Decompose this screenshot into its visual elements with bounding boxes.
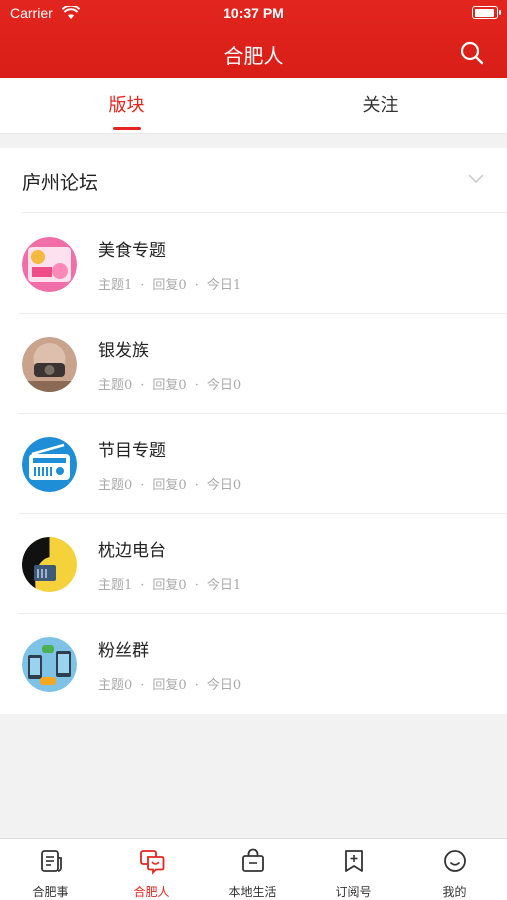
topic-count: 主题1 xyxy=(98,278,133,293)
board-avatar-fans xyxy=(22,637,77,692)
bottom-nav: 合肥事 合肥人 本地生活 订阅号 我的 xyxy=(0,838,507,900)
divider xyxy=(22,212,507,213)
page-title: 合肥人 xyxy=(223,44,284,68)
board-avatar-radio xyxy=(22,537,77,592)
separator-dot: · xyxy=(140,578,145,593)
today-count: 今日1 xyxy=(206,278,242,293)
bag-icon xyxy=(242,848,264,872)
forum-board-radio[interactable]: 枕边电台 主题1 · 回复0 · 今日1 xyxy=(0,514,507,614)
chevron-down-icon[interactable] xyxy=(467,172,485,184)
nav-label: 合肥事 xyxy=(32,885,69,899)
separator-dot: · xyxy=(140,378,145,393)
board-stats: 主题0 · 回复0 · 今日0 xyxy=(98,474,241,493)
separator-dot: · xyxy=(194,378,199,393)
status-bar: Carrier 10:37 PM xyxy=(0,0,507,28)
search-icon[interactable] xyxy=(459,40,485,66)
board-name: 节目专题 xyxy=(98,441,166,461)
separator-dot: · xyxy=(194,678,199,693)
topic-count: 主题1 xyxy=(98,578,133,593)
forum-board-food[interactable]: 美食专题 主题1 · 回复0 · 今日1 xyxy=(0,214,507,314)
board-avatar-silver xyxy=(22,337,77,392)
topic-count: 主题0 xyxy=(98,678,133,693)
nav-label: 订阅号 xyxy=(335,885,372,899)
separator-dot: · xyxy=(194,478,199,493)
news-icon xyxy=(41,850,62,872)
reply-count: 回复0 xyxy=(152,578,187,593)
nav-label: 本地生活 xyxy=(228,885,277,899)
radio-icon xyxy=(22,437,77,492)
board-stats: 主题1 · 回复0 · 今日1 xyxy=(98,574,241,593)
forum-board-programs[interactable]: 节目专题 主题0 · 回复0 · 今日0 xyxy=(0,414,507,514)
board-avatar-food xyxy=(22,237,77,292)
forum-board-fans[interactable]: 粉丝群 主题0 · 回复0 · 今日0 xyxy=(0,614,507,714)
forum-title: 庐州论坛 xyxy=(22,172,99,194)
topic-count: 主题0 xyxy=(98,378,133,393)
status-time: 10:37 PM xyxy=(223,5,284,21)
chat-icon xyxy=(140,850,165,875)
separator-dot: · xyxy=(140,278,145,293)
board-stats: 主题1 · 回复0 · 今日1 xyxy=(98,274,241,293)
today-count: 今日0 xyxy=(206,478,242,493)
today-count: 今日0 xyxy=(206,678,242,693)
nav-label: 我的 xyxy=(442,885,467,899)
board-name: 粉丝群 xyxy=(98,641,149,661)
today-count: 今日0 xyxy=(206,378,242,393)
active-tab-indicator xyxy=(113,127,141,130)
tab-bar: 版块 关注 xyxy=(0,78,507,134)
reply-count: 回复0 xyxy=(152,678,187,693)
tab-following[interactable]: 关注 xyxy=(254,78,507,134)
bookmark-add-icon xyxy=(345,850,363,872)
nav-hefei-people[interactable]: 合肥人 xyxy=(101,839,202,900)
topic-count: 主题0 xyxy=(98,478,133,493)
smile-icon xyxy=(444,850,466,872)
forum-section: 庐州论坛 美食专题 主题1 · 回复0 · 今日1 银发族 主题0 · 回复0 … xyxy=(0,148,507,714)
separator-dot: · xyxy=(140,678,145,693)
app-header: Carrier 10:37 PM 合肥人 xyxy=(0,0,507,78)
board-stats: 主题0 · 回复0 · 今日0 xyxy=(98,674,241,693)
separator-dot: · xyxy=(140,478,145,493)
reply-count: 回复0 xyxy=(152,378,187,393)
board-name: 枕边电台 xyxy=(98,541,166,561)
reply-count: 回复0 xyxy=(152,478,187,493)
today-count: 今日1 xyxy=(206,578,242,593)
board-name: 美食专题 xyxy=(98,241,166,261)
nav-label: 合肥人 xyxy=(133,885,170,899)
separator-dot: · xyxy=(194,578,199,593)
forum-board-silver[interactable]: 银发族 主题0 · 回复0 · 今日0 xyxy=(0,314,507,414)
board-name: 银发族 xyxy=(98,341,149,361)
nav-subscriptions[interactable]: 订阅号 xyxy=(303,839,404,900)
nav-hefei-news[interactable]: 合肥事 xyxy=(0,839,101,900)
separator-dot: · xyxy=(194,278,199,293)
reply-count: 回复0 xyxy=(152,278,187,293)
nav-local-life[interactable]: 本地生活 xyxy=(202,839,303,900)
tab-sections[interactable]: 版块 xyxy=(0,78,253,134)
battery-icon xyxy=(472,6,501,19)
forum-header[interactable]: 庐州论坛 xyxy=(0,148,507,214)
board-stats: 主题0 · 回复0 · 今日0 xyxy=(98,374,241,393)
nav-mine[interactable]: 我的 xyxy=(404,839,505,900)
